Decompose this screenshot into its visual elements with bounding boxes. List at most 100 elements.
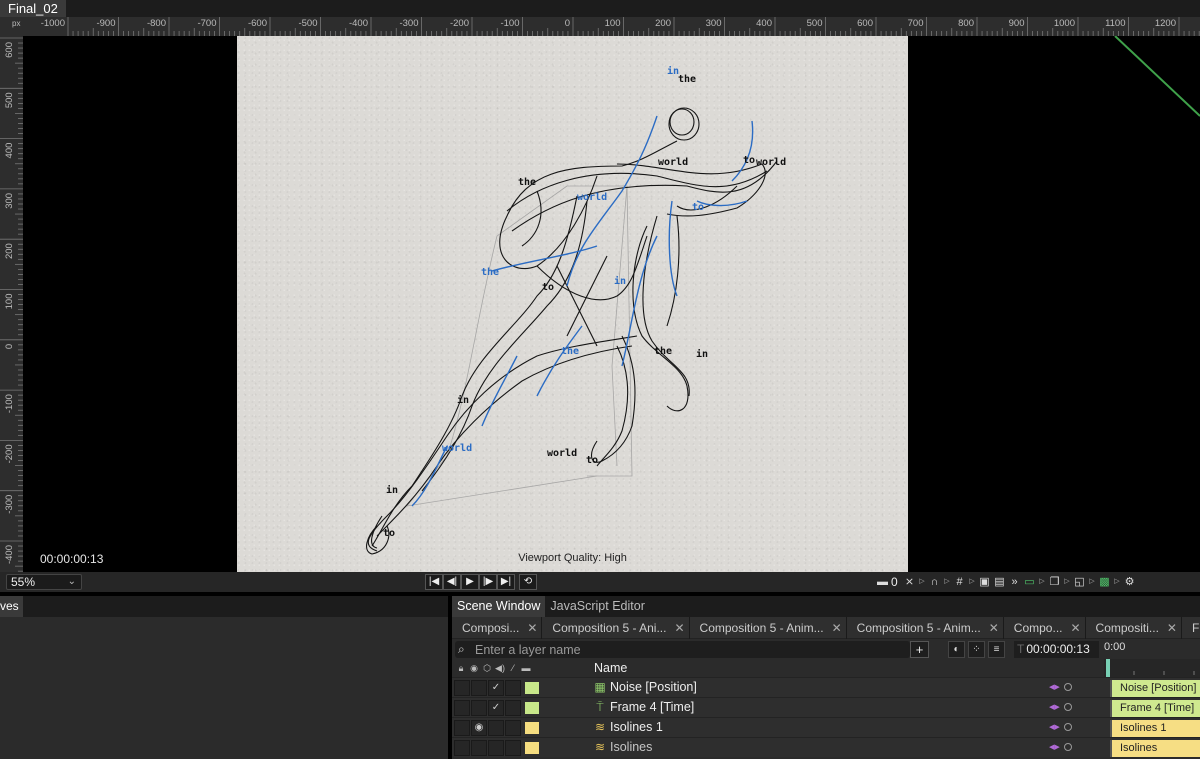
keyframe-nav-icon[interactable]: ◀▶ [1049, 743, 1060, 751]
loop-button[interactable]: ⟲ [519, 574, 537, 590]
keyframe-toggle[interactable] [1063, 683, 1072, 691]
tag-icon[interactable]: ▬ [521, 661, 531, 675]
dropdown-arrow-icon[interactable]: ▷ [1088, 574, 1096, 590]
comp-tab[interactable]: Composition 5 - Anim... ✕ [847, 617, 1004, 639]
tag-icon[interactable]: ▬ [876, 574, 889, 590]
sliders-icon[interactable]: ≡ [988, 641, 1005, 658]
layer-name[interactable]: Isolines 1 [610, 720, 663, 734]
gear-icon[interactable]: ⚙ [1123, 574, 1136, 590]
close-icon[interactable]: ✕ [1070, 621, 1080, 635]
current-time-field[interactable]: T 00:00:00:13 [1014, 641, 1099, 658]
horizontal-ruler[interactable]: -1000 -900 -800 -700 -600 -500 -400 -300 -200 -10… [0, 17, 1200, 36]
dropdown-arrow-icon[interactable]: ▷ [1038, 574, 1046, 590]
3d-toggle[interactable] [488, 740, 504, 756]
timeline-bar[interactable]: Noise [Position] [1110, 680, 1200, 697]
solo-toggle[interactable] [505, 680, 521, 696]
eye-icon[interactable]: ◉ [471, 720, 487, 736]
close-icon[interactable]: ✕ [832, 621, 842, 635]
layers-icon[interactable]: ❐ [1048, 574, 1061, 590]
comp-tab[interactable]: Compositi... ✕ [1086, 617, 1182, 639]
zoom-select[interactable]: 55% ⌄ [6, 574, 82, 590]
monitor-icon[interactable]: ▭ [1023, 574, 1036, 590]
go-to-end-button[interactable]: ▶| [497, 574, 515, 590]
eye-icon[interactable]: ◉ [469, 661, 479, 675]
close-icon[interactable]: ✕ [989, 621, 999, 635]
comp-tab[interactable]: Compo... ✕ [1004, 617, 1086, 639]
layout-icon[interactable]: ▤ [993, 574, 1006, 590]
lock-toggle[interactable] [454, 680, 470, 696]
checkerboard-icon[interactable]: ▩ [1098, 574, 1111, 590]
pin-icon[interactable]: ⁄ [508, 661, 518, 675]
mute-icon[interactable]: ⨯ [903, 574, 916, 590]
close-icon[interactable]: ✕ [1167, 621, 1177, 635]
solo-toggle[interactable] [505, 700, 521, 716]
solo-toggle[interactable] [505, 740, 521, 756]
check-icon[interactable]: ✓ [488, 680, 504, 696]
timeline-bar[interactable]: Frame 4 [Time] [1110, 700, 1200, 717]
keyframe-nav-icon[interactable]: ◀▶ [1049, 723, 1060, 731]
layer-color-chip[interactable] [525, 702, 539, 714]
layer-name[interactable]: Noise [Position] [610, 680, 697, 694]
comp-tab[interactable]: F [1182, 617, 1200, 639]
timeline-bar[interactable]: Isolines 1 [1110, 720, 1200, 737]
name-column-header[interactable]: Name [594, 661, 627, 675]
layer-row[interactable]: ◉ ≋ Isolines 1 ◀▶ Isolines 1 [452, 717, 1200, 737]
step-forward-button[interactable]: |▶ [479, 574, 497, 590]
visibility-toggle[interactable] [471, 680, 487, 696]
layer-color-chip[interactable] [525, 742, 539, 754]
keyframe-toggle[interactable] [1063, 743, 1072, 751]
vertical-ruler[interactable]: 600 500 400 300 200 100 0 -100 -200 -300 -400 [0, 36, 23, 572]
left-panel-tab[interactable]: ves [0, 596, 23, 617]
grid-icon[interactable]: # [953, 574, 966, 590]
close-icon[interactable]: ✕ [674, 621, 684, 635]
3d-toggle[interactable] [488, 720, 504, 736]
solo-toggle[interactable] [505, 720, 521, 736]
magnet-icon[interactable]: ∩ [928, 574, 941, 590]
layer-search-input[interactable] [475, 642, 895, 657]
cube-icon[interactable]: ⬡ [482, 661, 492, 675]
close-icon[interactable]: ✕ [527, 621, 537, 635]
lock-icon[interactable]: 🔒︎ [456, 661, 466, 675]
keyframe-nav-icon[interactable]: ◀▶ [1049, 703, 1060, 711]
dropdown-arrow-icon[interactable]: ▷ [968, 574, 976, 590]
speaker-icon[interactable]: ◀) [495, 661, 505, 675]
shy-layers-icon[interactable]: ⁘ [968, 641, 985, 658]
comp-tab[interactable]: Composi... ✕ [452, 617, 543, 639]
keyframe-toggle[interactable] [1063, 723, 1072, 731]
play-button[interactable]: ▶ [461, 574, 479, 590]
add-layer-button[interactable]: + [910, 641, 929, 658]
fast-forward-icon[interactable]: » [1008, 574, 1021, 590]
dropdown-arrow-icon[interactable]: ▷ [1063, 574, 1071, 590]
timeline-bar[interactable]: Isolines [1110, 740, 1200, 757]
go-to-start-button[interactable]: |◀ [425, 574, 443, 590]
overlay-icon[interactable]: ◱ [1073, 574, 1086, 590]
dropdown-arrow-icon[interactable]: ▷ [1113, 574, 1121, 590]
dropdown-arrow-icon[interactable]: ▷ [943, 574, 951, 590]
scene-viewport[interactable]: in the world to world the world to the to in the the… [23, 36, 1200, 572]
layer-name[interactable]: Frame 4 [Time] [610, 700, 694, 714]
lock-toggle[interactable] [454, 740, 470, 756]
keyframe-nav-icon[interactable]: ◀▶ [1049, 683, 1060, 691]
timeline-header[interactable] [1104, 659, 1200, 677]
tab-scene-window[interactable]: Scene Window [452, 596, 546, 617]
layer-color-chip[interactable] [525, 682, 539, 694]
layer-row[interactable]: ≋ Isolines ◀▶ Isolines [452, 737, 1200, 757]
tab-javascript-editor[interactable]: JavaScript Editor [545, 596, 649, 617]
dropdown-arrow-icon[interactable]: ▷ [918, 574, 926, 590]
comp-tab[interactable]: Composition 5 - Anim... ✕ [690, 617, 847, 639]
timeline-ruler[interactable]: 0:00 [1104, 639, 1200, 659]
visibility-toggle[interactable] [471, 700, 487, 716]
layer-row[interactable]: ✓ ⍑ Frame 4 [Time] ◀▶ Frame 4 [Time] [452, 697, 1200, 717]
lock-toggle[interactable] [454, 720, 470, 736]
safe-area-icon[interactable]: ▣ [978, 574, 991, 590]
layer-name[interactable]: Isolines [610, 740, 652, 754]
lock-toggle[interactable] [454, 700, 470, 716]
visibility-toggle[interactable] [471, 740, 487, 756]
composition-canvas[interactable]: in the world to world the world to the to in the the… [237, 36, 908, 572]
layer-row[interactable]: ✓ ▦ Noise [Position] ◀▶ Noise [Position] [452, 677, 1200, 697]
keyframe-toggle[interactable] [1063, 703, 1072, 711]
motion-blur-icon[interactable]: ◐ [948, 641, 965, 658]
step-back-button[interactable]: ◀| [443, 574, 461, 590]
layer-color-chip[interactable] [525, 722, 539, 734]
composition-tab[interactable]: Final_02 [0, 0, 66, 17]
